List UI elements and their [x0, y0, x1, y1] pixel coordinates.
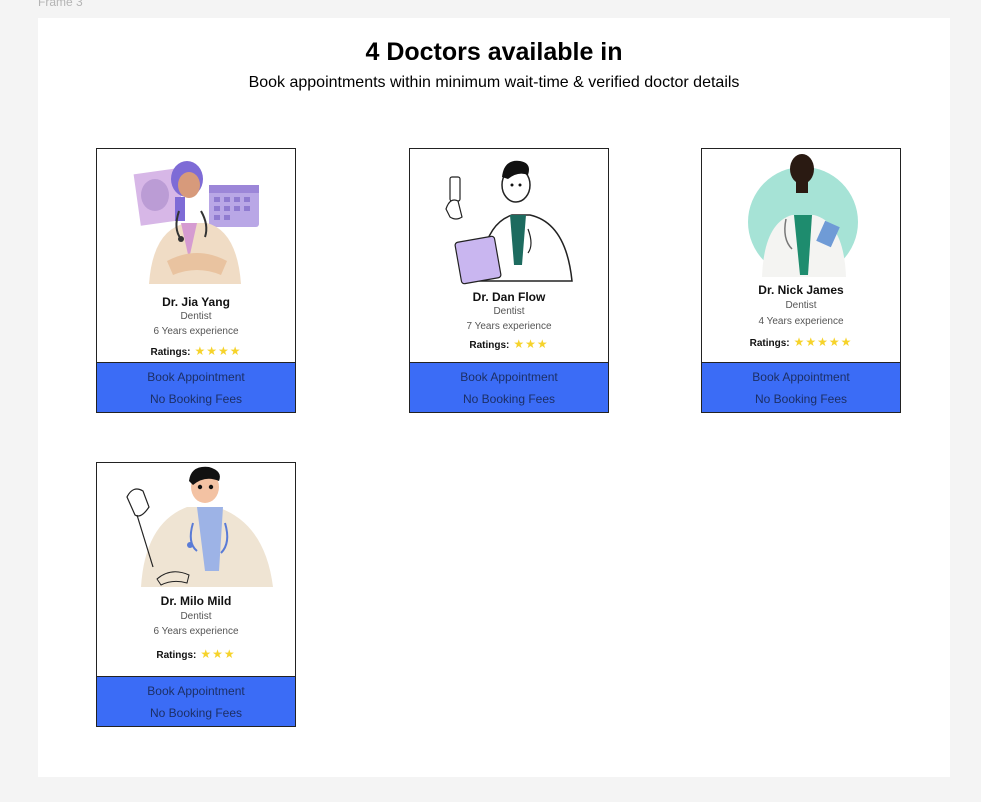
doctor-specialty: Dentist — [180, 611, 212, 622]
doctor-name: Dr. Nick James — [758, 283, 844, 297]
book-appointment-button[interactable]: Book Appointment No Booking Fees — [96, 676, 296, 727]
book-appointment-label: Book Appointment — [752, 370, 850, 384]
page-title: 4 Doctors available in — [365, 38, 623, 66]
doctor-ratings: Ratings: ★★★ — [410, 337, 608, 351]
frame-label: Frame 3 — [38, 0, 83, 9]
doctor-card[interactable]: Dr. Jia Yang Dentist 6 Years experience … — [96, 148, 296, 413]
doctor-illustration — [97, 161, 259, 294]
book-appointment-button[interactable]: Book Appointment No Booking Fees — [701, 362, 901, 413]
page-subtitle: Book appointments within minimum wait-ti… — [248, 74, 740, 91]
booking-fee-label: No Booking Fees — [149, 706, 243, 720]
doctor-name: Dr. Dan Flow — [472, 290, 546, 304]
book-appointment-button[interactable]: Book Appointment No Booking Fees — [96, 362, 296, 413]
booking-fee-label: No Booking Fees — [754, 392, 848, 406]
doctor-specialty: Dentist — [785, 300, 817, 311]
rating-stars-icon: ★★★ — [513, 337, 549, 351]
doctor-card[interactable]: Dr. Dan Flow Dentist 7 Years experience … — [409, 148, 609, 413]
doctor-experience: 6 Years experience — [153, 626, 239, 637]
ratings-label: Ratings: — [156, 650, 197, 661]
doctor-photo — [748, 154, 858, 277]
doctor-card[interactable]: Dr. Nick James Dentist 4 Years experienc… — [701, 148, 901, 413]
rating-stars-icon: ★★★ — [200, 647, 236, 661]
doctor-illustration — [445, 160, 573, 285]
book-appointment-button[interactable]: Book Appointment No Booking Fees — [409, 362, 609, 413]
doctors-frame: 4 Doctors available in Book appointments… — [38, 18, 950, 777]
book-appointment-label: Book Appointment — [147, 370, 245, 384]
ratings-label: Ratings: — [150, 347, 191, 358]
rating-stars-icon: ★★★★★ — [793, 335, 853, 349]
doctor-card[interactable]: Dr. Milo Mild Dentist 6 Years experience… — [96, 462, 296, 727]
ratings-label: Ratings: — [749, 338, 790, 349]
doctor-specialty: Dentist — [180, 311, 212, 322]
doctor-experience: 4 Years experience — [758, 316, 844, 327]
ratings-label: Ratings: — [469, 340, 510, 351]
doctor-experience: 7 Years experience — [466, 321, 552, 332]
doctor-name: Dr. Jia Yang — [162, 295, 230, 309]
booking-fee-label: No Booking Fees — [149, 392, 243, 406]
doctor-experience: 6 Years experience — [153, 326, 239, 337]
doctor-ratings: Ratings: ★★★ — [97, 647, 295, 661]
book-appointment-label: Book Appointment — [147, 684, 245, 698]
doctor-ratings: Ratings: ★★★★★ — [702, 335, 900, 349]
doctor-ratings: Ratings: ★★★★ — [97, 344, 295, 358]
doctor-illustration — [126, 466, 273, 587]
booking-fee-label: No Booking Fees — [462, 392, 556, 406]
doctor-name: Dr. Milo Mild — [160, 594, 232, 608]
book-appointment-label: Book Appointment — [460, 370, 558, 384]
rating-stars-icon: ★★★★ — [194, 344, 242, 358]
doctor-specialty: Dentist — [493, 306, 525, 317]
